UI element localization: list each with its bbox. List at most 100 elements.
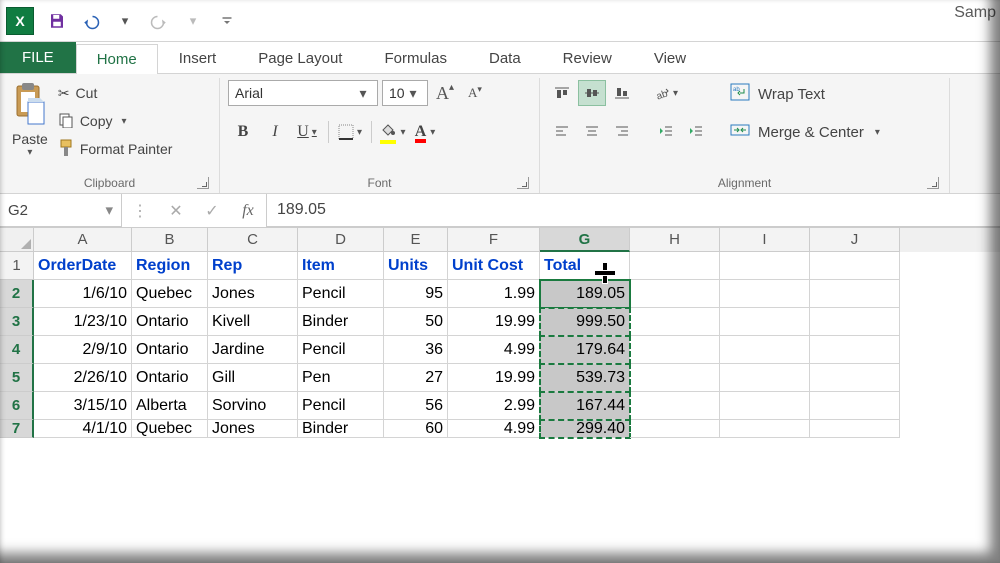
increase-indent-button[interactable] xyxy=(682,118,710,144)
cell-empty[interactable] xyxy=(630,280,720,308)
cell[interactable]: 50 xyxy=(384,308,448,336)
cell-empty[interactable] xyxy=(810,280,900,308)
cell[interactable]: 2/9/10 xyxy=(34,336,132,364)
decrease-indent-button[interactable] xyxy=(652,118,680,144)
cell-header[interactable]: OrderDate xyxy=(34,252,132,280)
cell[interactable]: Gill xyxy=(208,364,298,392)
qat-undo-button[interactable] xyxy=(74,7,108,35)
italic-button[interactable]: I xyxy=(260,118,290,146)
cell[interactable]: Binder xyxy=(298,420,384,438)
tab-file[interactable]: FILE xyxy=(0,41,76,73)
cell-empty[interactable] xyxy=(810,364,900,392)
cell[interactable]: Quebec xyxy=(132,420,208,438)
cell[interactable]: 4.99 xyxy=(448,420,540,438)
font-color-button[interactable]: A xyxy=(410,118,440,146)
cell-empty[interactable] xyxy=(810,308,900,336)
cell-empty[interactable] xyxy=(810,420,900,438)
cell[interactable]: Sorvino xyxy=(208,392,298,420)
select-all-corner[interactable] xyxy=(0,228,34,252)
cell-empty[interactable] xyxy=(630,336,720,364)
cell-empty[interactable] xyxy=(720,280,810,308)
row-header[interactable]: 7 xyxy=(0,420,34,438)
cell-empty[interactable] xyxy=(810,252,900,280)
column-header-J[interactable]: J xyxy=(810,228,900,252)
format-painter-button[interactable]: Format Painter xyxy=(58,136,173,162)
cell[interactable]: Jardine xyxy=(208,336,298,364)
cell[interactable]: 539.73 xyxy=(540,364,630,392)
cell[interactable]: Pen xyxy=(298,364,384,392)
tab-formulas[interactable]: Formulas xyxy=(363,43,468,73)
align-left-button[interactable] xyxy=(548,118,576,144)
tab-view[interactable]: View xyxy=(633,43,707,73)
cell-header[interactable]: Units xyxy=(384,252,448,280)
qat-customize-dropdown[interactable] xyxy=(210,7,244,35)
column-header-A[interactable]: A xyxy=(34,228,132,252)
cell[interactable]: 36 xyxy=(384,336,448,364)
shrink-font-button[interactable]: A▾ xyxy=(462,80,488,106)
cell-empty[interactable] xyxy=(720,392,810,420)
cell[interactable]: Ontario xyxy=(132,336,208,364)
insert-function-button[interactable]: fx xyxy=(230,194,266,227)
cell-empty[interactable] xyxy=(720,308,810,336)
cell[interactable]: 167.44 xyxy=(540,392,630,420)
cell[interactable]: 60 xyxy=(384,420,448,438)
paste-button[interactable]: Paste ▾ xyxy=(8,80,52,160)
cell[interactable]: 1/23/10 xyxy=(34,308,132,336)
bold-button[interactable]: B xyxy=(228,118,258,146)
column-header-I[interactable]: I xyxy=(720,228,810,252)
tab-page-layout[interactable]: Page Layout xyxy=(237,43,363,73)
column-header-F[interactable]: F xyxy=(448,228,540,252)
tab-home[interactable]: Home xyxy=(76,44,158,74)
cell[interactable]: 999.50 xyxy=(540,308,630,336)
cell-header[interactable]: Rep xyxy=(208,252,298,280)
cell[interactable]: 56 xyxy=(384,392,448,420)
orientation-button[interactable]: ab xyxy=(652,80,680,106)
row-header[interactable]: 4 xyxy=(0,336,34,364)
align-center-button[interactable] xyxy=(578,118,606,144)
fill-color-button[interactable] xyxy=(378,118,408,146)
cell[interactable]: 1/6/10 xyxy=(34,280,132,308)
cell[interactable]: Alberta xyxy=(132,392,208,420)
column-header-D[interactable]: D xyxy=(298,228,384,252)
align-top-button[interactable] xyxy=(548,80,576,106)
cell[interactable]: Jones xyxy=(208,420,298,438)
font-dialog-launcher[interactable] xyxy=(517,177,529,189)
column-header-C[interactable]: C xyxy=(208,228,298,252)
cell[interactable]: 2/26/10 xyxy=(34,364,132,392)
qat-redo-dropdown[interactable]: ▾ xyxy=(176,7,210,35)
cell[interactable]: 19.99 xyxy=(448,364,540,392)
cell[interactable]: 27 xyxy=(384,364,448,392)
cell[interactable]: Pencil xyxy=(298,392,384,420)
cell-header[interactable]: Region xyxy=(132,252,208,280)
cell-header[interactable]: Unit Cost xyxy=(448,252,540,280)
borders-button[interactable] xyxy=(335,118,365,146)
cell-empty[interactable] xyxy=(720,336,810,364)
chevron-down-icon[interactable]: ▾ xyxy=(105,201,113,219)
cell-empty[interactable] xyxy=(810,336,900,364)
cell-empty[interactable] xyxy=(630,392,720,420)
cell[interactable]: Pencil xyxy=(298,336,384,364)
underline-button[interactable]: U xyxy=(292,118,322,146)
cell-empty[interactable] xyxy=(720,364,810,392)
formula-input[interactable]: 189.05 xyxy=(266,194,1000,227)
cell[interactable]: 179.64 xyxy=(540,336,630,364)
column-header-G[interactable]: G xyxy=(540,228,630,252)
row-header[interactable]: 6 xyxy=(0,392,34,420)
align-right-button[interactable] xyxy=(608,118,636,144)
row-header[interactable]: 2 xyxy=(0,280,34,308)
cell[interactable]: Quebec xyxy=(132,280,208,308)
cell[interactable]: 95 xyxy=(384,280,448,308)
clipboard-dialog-launcher[interactable] xyxy=(197,177,209,189)
tab-review[interactable]: Review xyxy=(542,43,633,73)
chevron-down-icon[interactable]: ▾ xyxy=(355,85,371,102)
cell[interactable]: 189.05 xyxy=(540,280,630,308)
tab-data[interactable]: Data xyxy=(468,43,542,73)
font-size-combo[interactable]: 10 ▾ xyxy=(382,80,428,106)
name-box[interactable]: G2 ▾ xyxy=(0,194,122,227)
wrap-text-button[interactable]: ab Wrap Text xyxy=(730,80,880,108)
font-name-combo[interactable]: Arial ▾ xyxy=(228,80,378,106)
cell-empty[interactable] xyxy=(810,392,900,420)
column-header-E[interactable]: E xyxy=(384,228,448,252)
cell-empty[interactable] xyxy=(720,420,810,438)
align-middle-button[interactable] xyxy=(578,80,606,106)
